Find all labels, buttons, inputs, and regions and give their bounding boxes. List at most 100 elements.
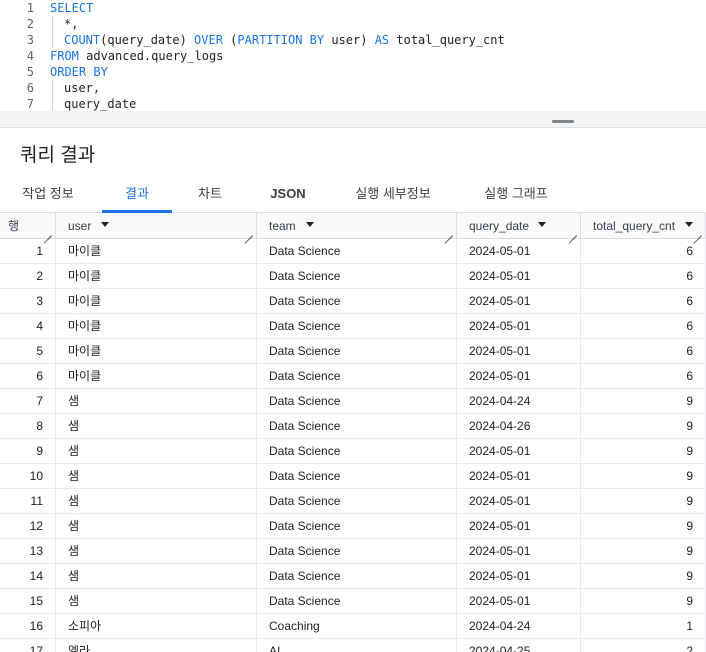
column-header-query-date[interactable]: query_date: [457, 213, 581, 239]
code-token: *,: [64, 17, 79, 31]
code-text: COUNT(query_date) OVER (PARTITION BY use…: [64, 32, 505, 48]
cell-user: 샘: [56, 439, 257, 464]
table-row[interactable]: 6 마이클 Data Science 2024-05-01 6: [0, 364, 706, 389]
cell-team: Data Science: [257, 239, 457, 264]
sort-arrow-icon[interactable]: [101, 222, 109, 227]
table-row[interactable]: 9 샘 Data Science 2024-05-01 9: [0, 439, 706, 464]
sql-keyword: AS: [374, 33, 390, 47]
sql-keyword: COUNT: [64, 33, 101, 47]
sql-editor[interactable]: 1 SELECT 2 *, 3 COUNT(query_date) OVER (PARTI…: [0, 0, 706, 111]
sql-keyword: SELECT: [50, 1, 94, 15]
code-text: ORDER BY: [50, 64, 108, 80]
column-header-total-query-cnt[interactable]: total_query_cnt: [581, 213, 706, 239]
table-row[interactable]: 8 샘 Data Science 2024-04-26 9: [0, 414, 706, 439]
tab-3[interactable]: 차트: [180, 176, 240, 213]
cell-row-number: 6: [0, 364, 56, 389]
tab-5[interactable]: 실행 세부정보: [336, 176, 450, 213]
table-row[interactable]: 17 엘라 AI 2024-04-25 2: [0, 639, 706, 652]
table-row[interactable]: 2 마이클 Data Science 2024-05-01 6: [0, 264, 706, 289]
cell-total-query-cnt: 9: [581, 389, 706, 414]
cell-query-date: 2024-05-01: [457, 514, 581, 539]
cell-row-number: 12: [0, 514, 56, 539]
cell-team: Data Science: [257, 414, 457, 439]
results-table: 행 user team query_date total_query_cnt 1 마이클 D…: [0, 213, 706, 652]
cell-team: Data Science: [257, 264, 457, 289]
results-title: 쿼리 결과: [20, 145, 96, 166]
cell-team: Data Science: [257, 439, 457, 464]
cell-query-date: 2024-05-01: [457, 314, 581, 339]
table-row[interactable]: 4 마이클 Data Science 2024-05-01 6: [0, 314, 706, 339]
column-header-user[interactable]: user: [56, 213, 257, 239]
sort-arrow-icon[interactable]: [538, 222, 546, 227]
column-resize-icon[interactable]: [244, 227, 253, 236]
pane-splitter[interactable]: [0, 111, 706, 128]
code-text: query_date: [64, 96, 136, 111]
code-line[interactable]: 2 *,: [0, 16, 706, 32]
cell-query-date: 2024-05-01: [457, 339, 581, 364]
code-line[interactable]: 1 SELECT: [0, 0, 706, 16]
cell-team: Data Science: [257, 589, 457, 614]
indent-guide: [52, 80, 53, 96]
table-row[interactable]: 12 샘 Data Science 2024-05-01 9: [0, 514, 706, 539]
column-resize-icon[interactable]: [43, 227, 52, 236]
column-header-label: user: [68, 219, 92, 233]
cell-user: 마이클: [56, 364, 257, 389]
code-token: advanced.query_logs: [78, 49, 224, 63]
cell-row-number: 1: [0, 239, 56, 264]
code-line[interactable]: 4 FROM advanced.query_logs: [0, 48, 706, 64]
cell-total-query-cnt: 2: [581, 639, 706, 652]
table-row[interactable]: 11 샘 Data Science 2024-05-01 9: [0, 489, 706, 514]
tab-4[interactable]: JSON: [252, 176, 324, 213]
line-number: 4: [26, 49, 34, 63]
code-line[interactable]: 6 user,: [0, 80, 706, 96]
table-row[interactable]: 1 마이클 Data Science 2024-05-01 6: [0, 239, 706, 264]
table-row[interactable]: 5 마이클 Data Science 2024-05-01 6: [0, 339, 706, 364]
cell-total-query-cnt: 9: [581, 564, 706, 589]
code-token: user,: [64, 81, 101, 95]
cell-query-date: 2024-04-26: [457, 414, 581, 439]
column-header-row-number[interactable]: 행: [0, 213, 56, 239]
code-text: user,: [64, 80, 100, 96]
table-row[interactable]: 14 샘 Data Science 2024-05-01 9: [0, 564, 706, 589]
table-row[interactable]: 7 샘 Data Science 2024-04-24 9: [0, 389, 706, 414]
cell-total-query-cnt: 6: [581, 239, 706, 264]
code-text: *,: [64, 16, 78, 32]
table-row[interactable]: 16 소피아 Coaching 2024-04-24 1: [0, 614, 706, 639]
cell-team: AI: [257, 639, 457, 652]
cell-team: Data Science: [257, 564, 457, 589]
table-row[interactable]: 15 샘 Data Science 2024-05-01 9: [0, 589, 706, 614]
column-resize-icon[interactable]: [444, 227, 453, 236]
cell-query-date: 2024-04-24: [457, 389, 581, 414]
column-header-team[interactable]: team: [257, 213, 457, 239]
tab-6[interactable]: 실행 그래프: [464, 176, 568, 213]
cell-total-query-cnt: 9: [581, 414, 706, 439]
sort-arrow-icon[interactable]: [306, 222, 314, 227]
drag-handle-icon[interactable]: [552, 120, 574, 123]
table-row[interactable]: 13 샘 Data Science 2024-05-01 9: [0, 539, 706, 564]
cell-row-number: 7: [0, 389, 56, 414]
column-resize-icon[interactable]: [568, 227, 577, 236]
cell-team: Data Science: [257, 314, 457, 339]
cell-user: 마이클: [56, 314, 257, 339]
tab-1[interactable]: 작업 정보: [6, 176, 90, 213]
tab-2[interactable]: 결과: [102, 176, 172, 213]
cell-query-date: 2024-05-01: [457, 564, 581, 589]
column-resize-icon[interactable]: [693, 227, 702, 236]
code-line[interactable]: 5 ORDER BY: [0, 64, 706, 80]
code-line[interactable]: 3 COUNT(query_date) OVER (PARTITION BY us…: [0, 32, 706, 48]
cell-user: 샘: [56, 414, 257, 439]
results-tabs: 작업 정보 결과 차트 JSON 실행 세부정보 실행 그래프: [0, 176, 706, 213]
sort-arrow-icon[interactable]: [685, 222, 693, 227]
cell-row-number: 9: [0, 439, 56, 464]
cell-query-date: 2024-05-01: [457, 439, 581, 464]
line-number: 6: [26, 81, 34, 95]
column-header-label: total_query_cnt: [593, 219, 676, 233]
table-row[interactable]: 3 마이클 Data Science 2024-05-01 6: [0, 289, 706, 314]
cell-total-query-cnt: 9: [581, 489, 706, 514]
cell-user: 마이클: [56, 289, 257, 314]
table-row[interactable]: 10 샘 Data Science 2024-05-01 9: [0, 464, 706, 489]
cell-user: 샘: [56, 389, 257, 414]
column-header-label: team: [269, 219, 296, 233]
code-line[interactable]: 7 query_date: [0, 96, 706, 111]
sql-keyword: PARTITION BY: [237, 33, 325, 47]
